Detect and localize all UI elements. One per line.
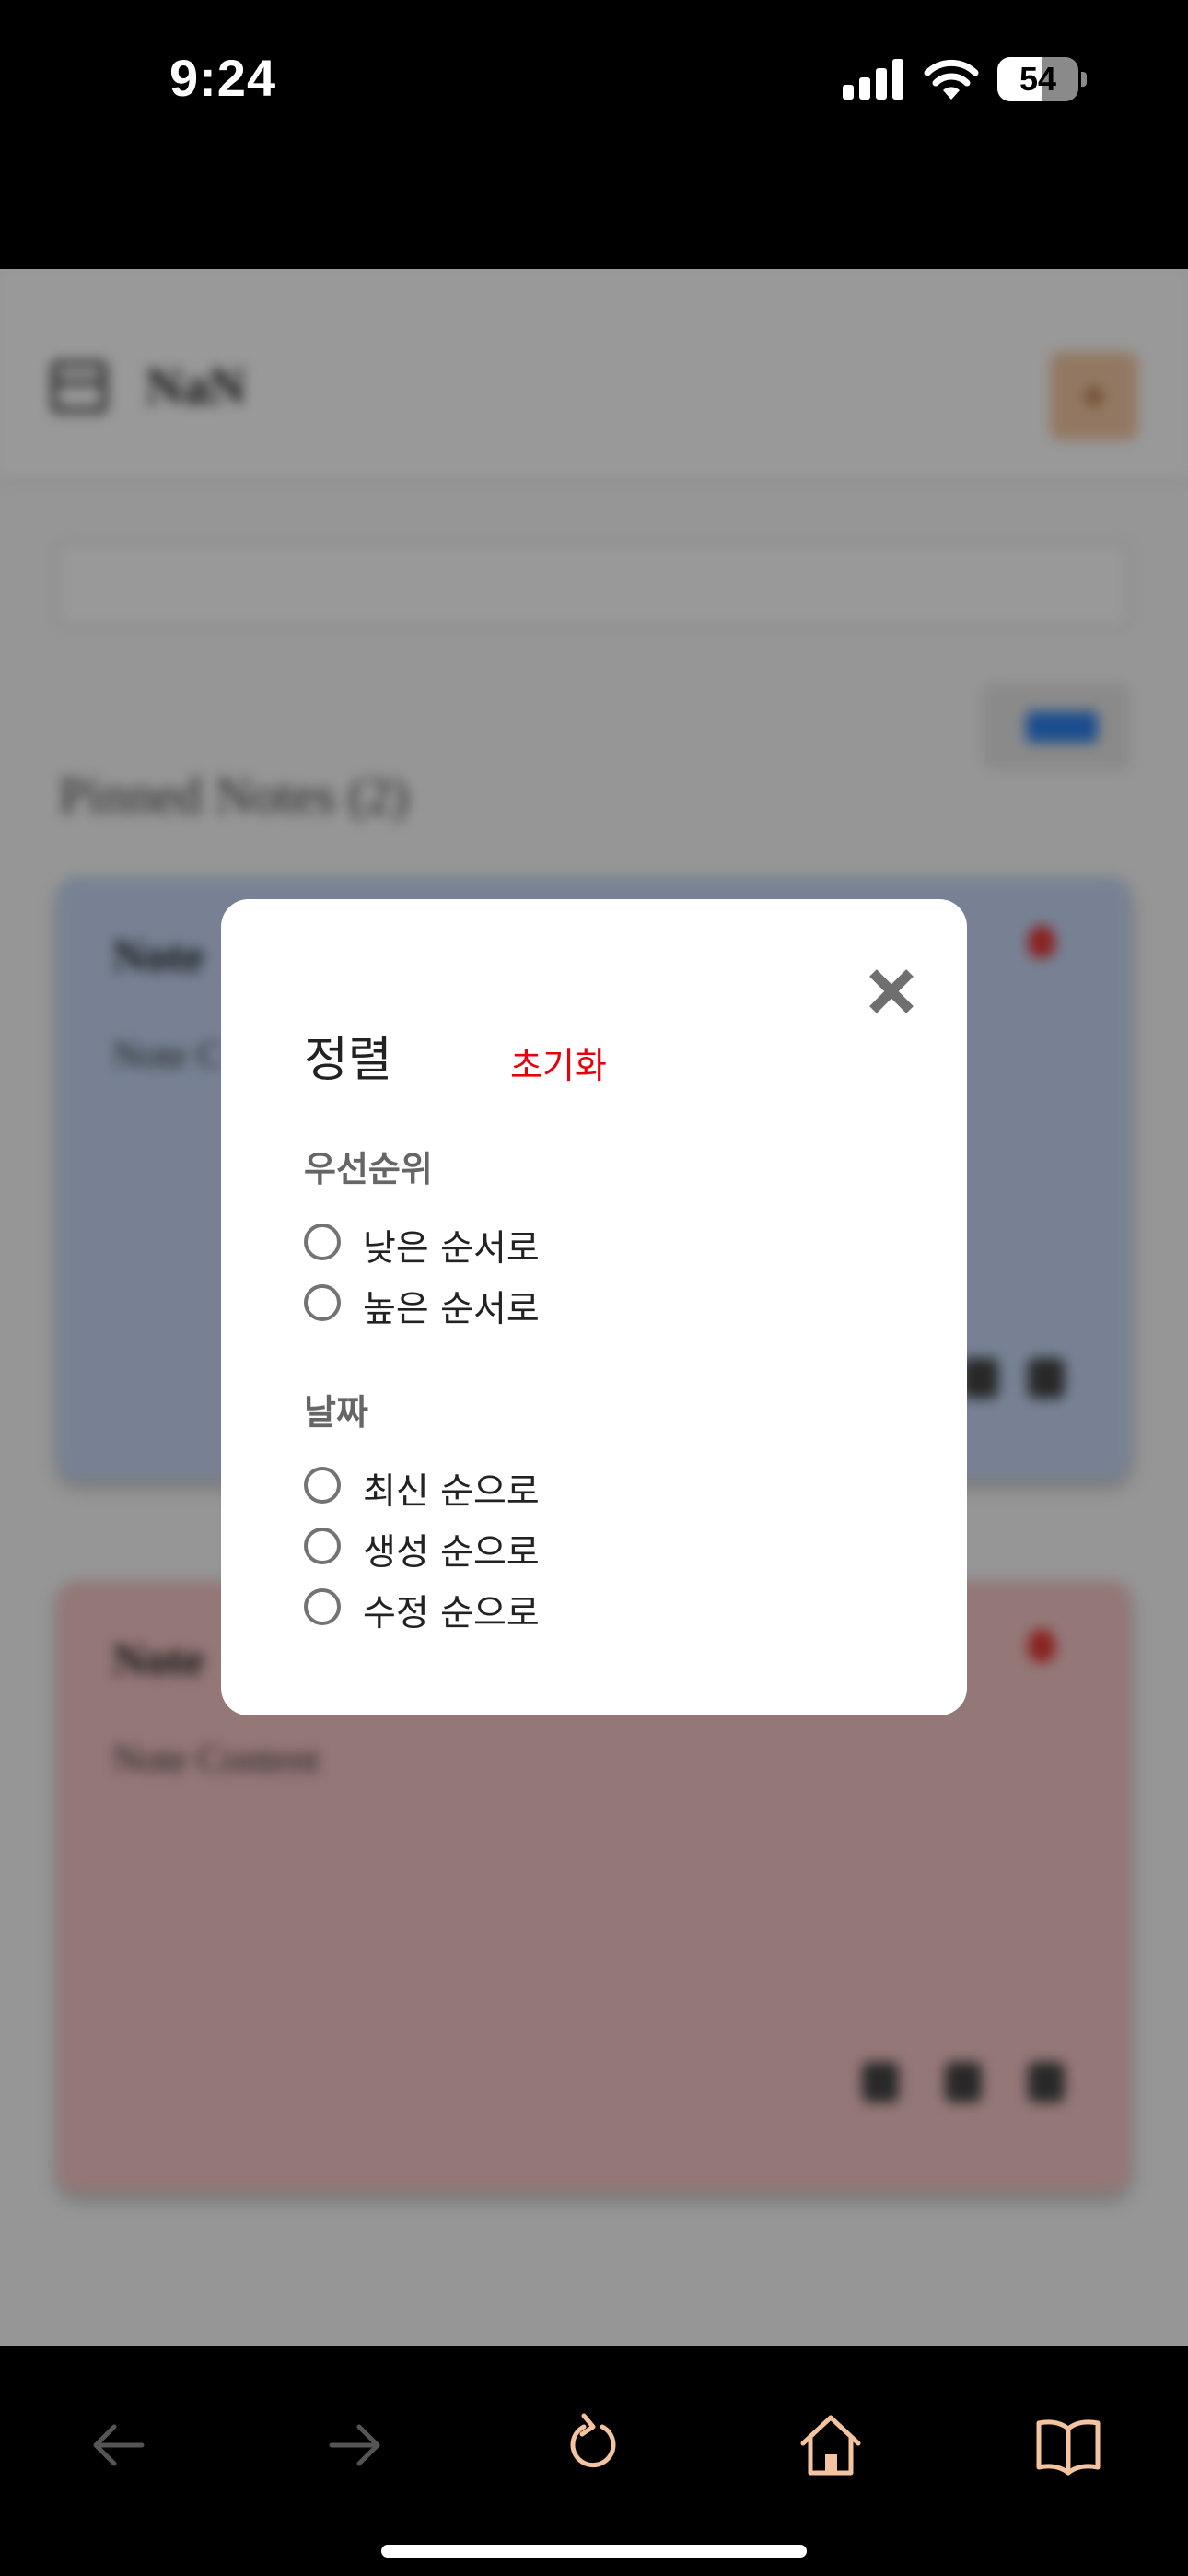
option-label: 낮은 순서로 xyxy=(363,1228,540,1270)
wifi-icon xyxy=(924,59,979,100)
browser-toolbar xyxy=(0,2346,1188,2576)
option-label: 최신 순으로 xyxy=(363,1471,540,1513)
forward-arrow-icon[interactable] xyxy=(319,2408,392,2482)
reload-icon[interactable] xyxy=(556,2408,630,2482)
radio-button[interactable] xyxy=(304,1467,341,1504)
battery-nub xyxy=(1081,72,1087,87)
status-bar: 9:24 54 xyxy=(0,0,1188,269)
reset-button[interactable]: 초기화 xyxy=(510,1037,607,1088)
battery-icon: 54 xyxy=(997,57,1078,101)
bookmarks-icon[interactable] xyxy=(1031,2408,1105,2482)
battery-level: 54 xyxy=(1019,60,1057,98)
date-group-label: 날짜 xyxy=(304,1392,368,1433)
radio-button[interactable] xyxy=(304,1528,341,1564)
priority-group-label: 우선순위 xyxy=(304,1149,433,1189)
option-label: 높은 순서로 xyxy=(363,1289,540,1330)
radio-button[interactable] xyxy=(304,1588,341,1625)
home-icon[interactable] xyxy=(794,2408,868,2482)
radio-button[interactable] xyxy=(304,1224,341,1260)
close-icon[interactable] xyxy=(855,954,928,1028)
home-indicator[interactable] xyxy=(381,2545,807,2558)
modal-title: 정렬 xyxy=(304,1033,392,1088)
status-time: 9:24 xyxy=(169,49,277,107)
option-label: 생성 순으로 xyxy=(363,1532,540,1574)
option-label: 수정 순으로 xyxy=(363,1593,540,1634)
back-arrow-icon[interactable] xyxy=(81,2408,155,2482)
sort-modal: 정렬 초기화 우선순위 낮은 순서로 높은 순서로 날짜 최신 순으로 생성 순… xyxy=(221,899,967,1715)
cellular-signal-icon xyxy=(843,59,903,100)
radio-button[interactable] xyxy=(304,1284,341,1321)
